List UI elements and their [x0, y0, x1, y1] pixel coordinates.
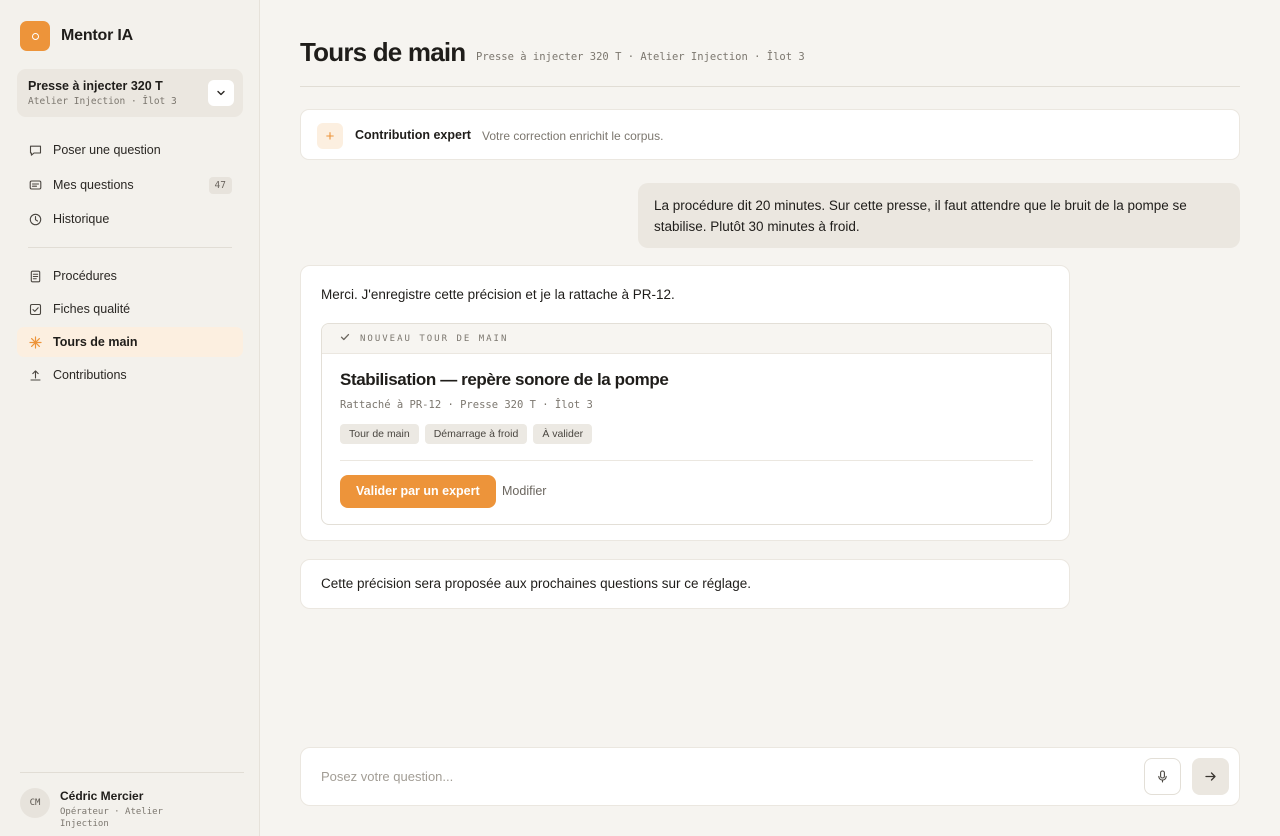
sidebar: Mentor IA Presse à injecter 320 T Atelie…	[0, 0, 260, 836]
checkbox-icon	[28, 302, 42, 316]
tip-card-title: Stabilisation — repère sonore de la pomp…	[340, 370, 669, 389]
composer: Posez votre question...	[300, 747, 1240, 806]
clock-icon	[28, 212, 42, 226]
send-button[interactable]	[1192, 758, 1229, 795]
question-input[interactable]: Posez votre question...	[321, 769, 453, 784]
questions-count-badge: 47	[208, 177, 232, 194]
nav-item-label: Fiches qualité	[53, 302, 131, 316]
nav-item-procedures[interactable]: Procédures	[17, 261, 243, 291]
assistant-followup-message: Cette précision sera proposée aux procha…	[300, 559, 1070, 609]
nav-item-label: Tours de main	[53, 335, 138, 349]
nav-divider	[28, 247, 232, 248]
microphone-icon	[1158, 770, 1167, 783]
tip-card-tags: Tour de main Démarrage à froid À valider	[340, 424, 598, 444]
user-role: Opérateur · Atelier Injection	[60, 807, 163, 829]
nav-item-label: Mes questions	[53, 178, 134, 192]
nav-item-label: Historique	[53, 212, 110, 226]
document-icon	[28, 269, 42, 283]
contribution-title: Contribution expert	[355, 128, 471, 142]
plus-icon: +	[317, 123, 343, 149]
machine-title: Presse à injecter 320 T	[28, 79, 163, 93]
tip-card: NOUVEAU TOUR DE MAIN Stabilisation — rep…	[321, 323, 1052, 525]
page-subtitle: Presse à injecter 320 T · Atelier Inject…	[476, 51, 805, 63]
tag: Démarrage à froid	[424, 424, 528, 444]
sparkle-icon	[28, 335, 42, 349]
assistant-message: Merci. J'enregistre cette précision et j…	[300, 265, 1070, 541]
machine-subtitle: Atelier Injection · Îlot 3	[28, 96, 177, 107]
user-name: Cédric Mercier	[60, 789, 144, 803]
brand-logo-icon	[20, 21, 50, 51]
arrow-right-icon	[1205, 772, 1216, 781]
tag: À valider	[533, 424, 593, 444]
machine-dropdown-button[interactable]	[208, 80, 234, 106]
tip-card-header: NOUVEAU TOUR DE MAIN	[322, 324, 1051, 354]
nav-item-historique[interactable]: Historique	[17, 204, 243, 234]
validate-expert-button[interactable]: Valider par un expert	[340, 475, 496, 508]
chat-icon	[28, 143, 42, 157]
chevron-down-icon	[217, 90, 225, 96]
tip-card-meta: Rattaché à PR-12 · Presse 320 T · Îlot 3	[340, 399, 593, 411]
header-divider	[300, 86, 1240, 87]
assistant-message-text: Merci. J'enregistre cette précision et j…	[321, 287, 675, 302]
tip-card-divider	[340, 460, 1033, 461]
nav-item-label: Contributions	[53, 368, 127, 382]
contribution-banner: + Contribution expert Votre correction e…	[300, 109, 1240, 160]
nav-item-label: Poser une question	[53, 143, 161, 157]
upload-icon	[28, 368, 42, 382]
nav-item-poser-question[interactable]: Poser une question	[17, 135, 243, 165]
nav-item-tours-de-main[interactable]: Tours de main	[17, 327, 243, 357]
tip-card-kicker: NOUVEAU TOUR DE MAIN	[360, 333, 509, 344]
footer-divider	[20, 772, 244, 773]
microphone-button[interactable]	[1144, 758, 1181, 795]
message-list-icon	[28, 178, 42, 192]
user-profile[interactable]: CM Cédric Mercier Opérateur · Atelier In…	[20, 788, 180, 830]
contribution-subtitle: Votre correction enrichit le corpus.	[482, 129, 664, 143]
machine-selector[interactable]: Presse à injecter 320 T Atelier Injectio…	[17, 69, 243, 117]
user-message: La procédure dit 20 minutes. Sur cette p…	[638, 183, 1240, 248]
avatar: CM	[20, 788, 50, 818]
brand-name: Mentor IA	[61, 27, 133, 44]
tag: Tour de main	[340, 424, 419, 444]
modify-button[interactable]: Modifier	[502, 484, 546, 498]
brand[interactable]: Mentor IA	[20, 21, 133, 51]
check-icon	[340, 332, 350, 345]
nav-item-mes-questions[interactable]: Mes questions 47	[17, 170, 243, 200]
nav-item-fiches-qualite[interactable]: Fiches qualité	[17, 294, 243, 324]
page-title: Tours de main	[300, 37, 466, 67]
nav-item-label: Procédures	[53, 269, 117, 283]
nav-item-contributions[interactable]: Contributions	[17, 360, 243, 390]
